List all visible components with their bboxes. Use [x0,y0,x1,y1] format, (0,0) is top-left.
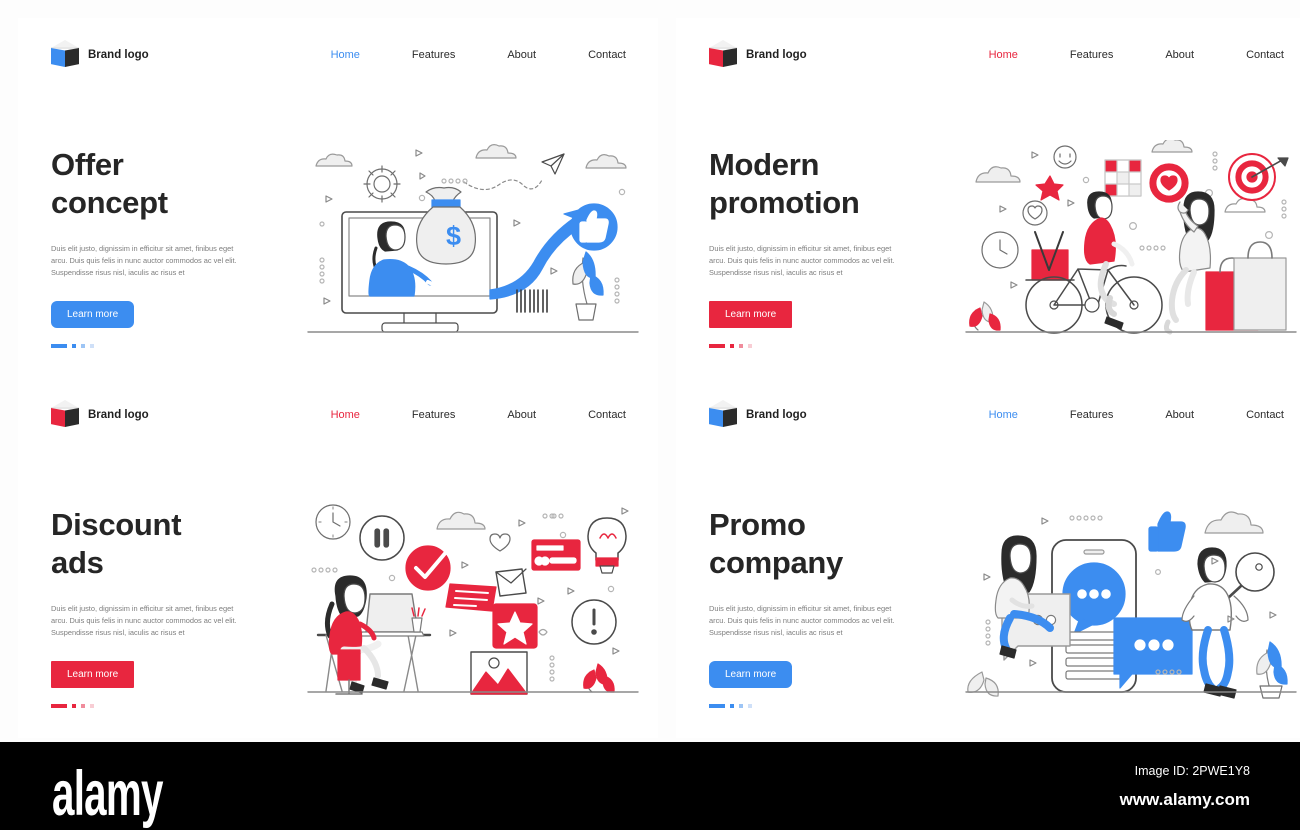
nav-item-home[interactable]: Home [989,409,1018,421]
landing-panel-modern-promotion: Brand logo Home Features About Contact M… [676,18,1300,378]
pagination-dot[interactable] [739,703,743,708]
cube-logo-icon [709,40,737,70]
screenshot-stage: alamy alamy alamy alamy Brand logo Home … [0,0,1300,830]
footer-meta: Image ID: 2PWE1Y8 www.alamy.com [1120,764,1250,810]
landing-panel-discount-ads: Brand logo Home Features About Contact D… [18,378,658,738]
brand-name-label: Brand logo [746,49,807,61]
title-line-1: Discount [51,507,182,542]
title-line-2: promotion [709,184,860,220]
alamy-wordmark: alamy [52,758,163,829]
nav-item-contact[interactable]: Contact [1246,49,1284,61]
cube-logo-icon [51,40,79,70]
landing-panel-offer-concept: Brand logo Home Features About Contact O… [18,18,658,378]
main-nav: Home Features About Contact [279,49,626,61]
nav-item-about[interactable]: About [507,49,536,61]
nav-item-home[interactable]: Home [331,409,360,421]
pagination-dot[interactable] [90,343,94,348]
svg-text:$: $ [446,221,461,251]
learn-more-button[interactable]: Learn more [709,300,793,328]
brand-name-label: Brand logo [88,409,149,421]
page-title: Offer concept [51,146,281,222]
nav-item-features[interactable]: Features [1070,49,1113,61]
landing-page-grid: Brand logo Home Features About Contact O… [0,0,1300,742]
nav-item-about[interactable]: About [1165,409,1194,421]
learn-more-button[interactable]: Learn more [51,660,135,688]
title-line-1: Offer [51,147,124,182]
pagination-dot[interactable] [730,703,734,708]
carousel-pagination[interactable] [709,703,939,708]
hero-content: Promo company Duis elit justo, dignissim… [709,506,939,708]
title-line-2: ads [51,544,104,580]
main-nav: Home Features About Contact [937,409,1284,421]
main-nav: Home Features About Contact [937,49,1284,61]
nav-item-features[interactable]: Features [412,49,455,61]
page-title: Discount ads [51,506,281,582]
brand-name-label: Brand logo [88,49,149,61]
hero-description: Duis elit justo, dignissim in efficitur … [51,603,237,637]
nav-item-about[interactable]: About [507,409,536,421]
nav-item-about[interactable]: About [1165,49,1194,61]
brand-logo[interactable]: Brand logo [51,400,149,430]
brand-logo[interactable]: Brand logo [709,40,807,70]
carousel-pagination[interactable] [51,703,281,708]
illustration-monitor-money: $ [304,140,642,345]
landing-panel-promo-company: Brand logo Home Features About Contact P… [676,378,1300,738]
site-header: Brand logo Home Features About Contact [18,18,658,92]
cube-logo-icon [51,400,79,430]
pagination-dot-active[interactable] [709,703,725,708]
illustration-phone-chat [962,500,1300,705]
site-header: Brand logo Home Features About Contact [18,378,658,452]
pagination-dot[interactable] [81,343,85,348]
title-line-1: Promo [709,507,806,542]
hero-description: Duis elit justo, dignissim in efficitur … [709,243,895,277]
carousel-pagination[interactable] [709,343,939,348]
pagination-dot[interactable] [72,703,76,708]
illustration-desk-worker-icons [304,500,642,705]
hero-content: Discount ads Duis elit justo, dignissim … [51,506,281,708]
pagination-dot[interactable] [730,343,734,348]
learn-more-button[interactable]: Learn more [51,300,135,328]
pagination-dot[interactable] [72,343,76,348]
main-nav: Home Features About Contact [279,409,626,421]
title-line-2: company [709,544,843,580]
pagination-dot[interactable] [90,703,94,708]
title-line-1: Modern [709,147,820,182]
illustration-cyclist-shopping [962,140,1300,345]
hero-description: Duis elit justo, dignissim in efficitur … [709,603,895,637]
carousel-pagination[interactable] [51,343,281,348]
nav-item-home[interactable]: Home [989,49,1018,61]
site-header: Brand logo Home Features About Contact [676,18,1300,92]
brand-logo[interactable]: Brand logo [51,40,149,70]
site-header: Brand logo Home Features About Contact [676,378,1300,452]
pagination-dot-active[interactable] [51,343,67,348]
pagination-dot[interactable] [739,343,743,348]
pagination-dot[interactable] [748,343,752,348]
pagination-dot-active[interactable] [709,343,725,348]
learn-more-button[interactable]: Learn more [709,660,793,688]
title-line-2: concept [51,184,168,220]
nav-item-contact[interactable]: Contact [588,409,626,421]
alamy-url-label: www.alamy.com [1119,790,1250,809]
hero-content: Modern promotion Duis elit justo, dignis… [709,146,939,348]
hero-description: Duis elit justo, dignissim in efficitur … [51,243,237,277]
page-title: Modern promotion [709,146,939,222]
pagination-dot-active[interactable] [51,703,67,708]
page-title: Promo company [709,506,939,582]
nav-item-contact[interactable]: Contact [588,49,626,61]
image-id-label: Image ID: 2PWE1Y8 [1134,764,1250,778]
brand-logo[interactable]: Brand logo [709,400,807,430]
pagination-dot[interactable] [81,703,85,708]
nav-item-features[interactable]: Features [1070,409,1113,421]
pagination-dot[interactable] [748,703,752,708]
alamy-footer-bar: alamy Image ID: 2PWE1Y8 www.alamy.com [0,742,1300,830]
cube-logo-icon [709,400,737,430]
nav-item-home[interactable]: Home [331,49,360,61]
hero-content: Offer concept Duis elit justo, dignissim… [51,146,281,348]
nav-item-features[interactable]: Features [412,409,455,421]
brand-name-label: Brand logo [746,409,807,421]
nav-item-contact[interactable]: Contact [1246,409,1284,421]
